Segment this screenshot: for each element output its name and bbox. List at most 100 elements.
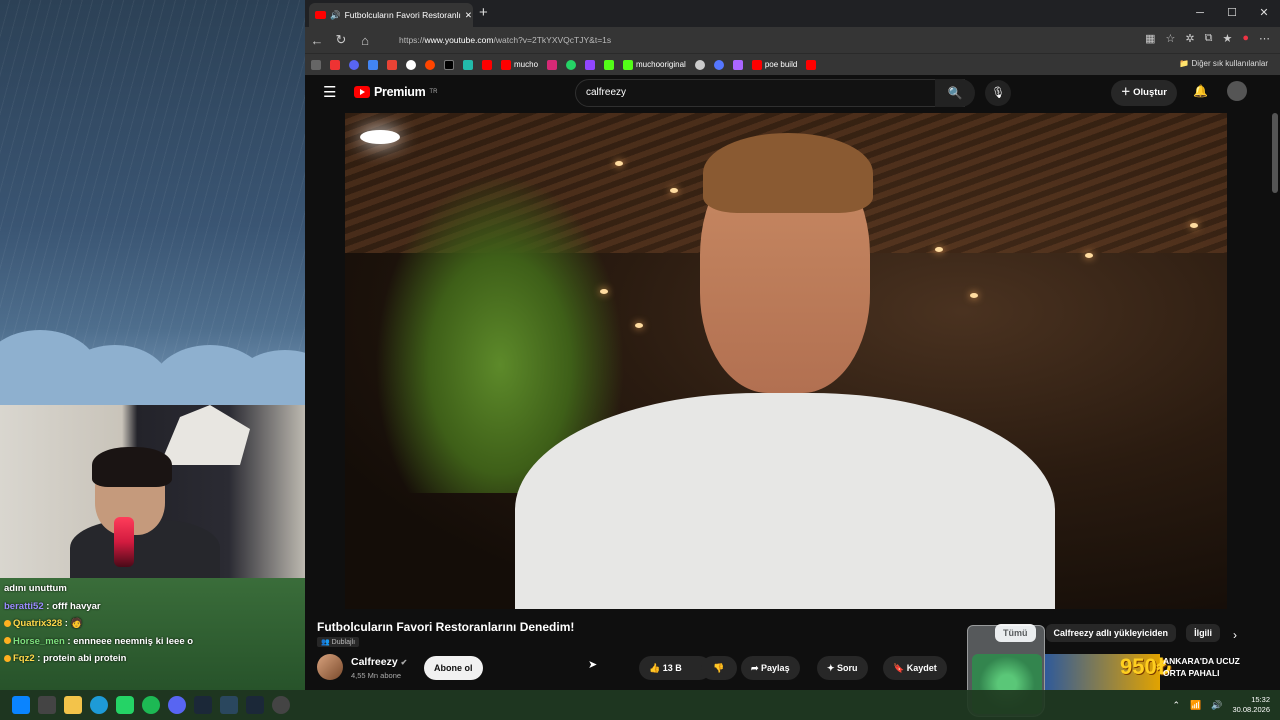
- app-icon[interactable]: ▦: [1145, 32, 1155, 45]
- browser-tab[interactable]: 🔊 Futbolcuların Favori Restoranlı ✕: [309, 3, 473, 27]
- kick-icon[interactable]: [604, 59, 615, 70]
- youtube-bookmark-icon[interactable]: [806, 59, 817, 70]
- instagram-icon[interactable]: [547, 59, 558, 70]
- clock[interactable]: 15:32 30.08.2026: [1232, 695, 1270, 715]
- profile-icon[interactable]: ●: [1242, 32, 1249, 45]
- notifications-bell-icon[interactable]: 🔔: [1193, 84, 1208, 98]
- video-scene-light: [635, 323, 643, 328]
- whatsapp-icon[interactable]: [116, 696, 134, 714]
- network-icon[interactable]: 📶: [1190, 700, 1201, 711]
- favorites-icon[interactable]: ★: [1222, 32, 1232, 45]
- browser-window: 🔊 Futbolcuların Favori Restoranlı ✕ + ─ …: [305, 0, 1280, 690]
- badge-icon: [4, 654, 11, 662]
- obs-icon[interactable]: [272, 696, 290, 714]
- video-scene-light: [615, 161, 623, 166]
- app-icon[interactable]: [220, 696, 238, 714]
- bookmark-icon[interactable]: [732, 59, 743, 70]
- share-button[interactable]: ➦ Paylaş: [741, 656, 800, 680]
- video-person-hair: [703, 133, 873, 213]
- file-explorer-icon[interactable]: [64, 696, 82, 714]
- video-player[interactable]: [345, 113, 1227, 609]
- volume-icon[interactable]: 🔊: [1211, 700, 1222, 711]
- close-window-icon[interactable]: ✕: [1248, 0, 1280, 27]
- video-scene-light: [670, 188, 678, 193]
- favorite-star-icon[interactable]: ☆: [1166, 32, 1176, 45]
- chat-message: beratti52 : offf havyar: [4, 600, 101, 612]
- bookmark-poe-build[interactable]: poe build: [751, 59, 797, 70]
- youtube-favicon-icon: [315, 11, 326, 19]
- dubbed-badge: 👥 Dublajlı: [317, 637, 360, 647]
- spotify-icon[interactable]: [142, 696, 160, 714]
- bookmarks-bar: mucho muchooriginal poe build 📁 Diğer sı…: [305, 53, 1280, 75]
- bookmark-icon[interactable]: [330, 59, 340, 70]
- bookmark-icon[interactable]: [463, 59, 473, 70]
- chip-from-uploader[interactable]: Calfreezy adlı yükleyiciden: [1045, 624, 1177, 642]
- gmail-icon[interactable]: [387, 59, 397, 70]
- bookmark-icon[interactable]: [368, 59, 378, 70]
- reddit-icon[interactable]: [425, 59, 435, 70]
- search-input[interactable]: calfreezy ✕: [575, 79, 965, 107]
- subscriber-count: 4,55 Mn abone: [351, 671, 402, 680]
- collections-icon[interactable]: ⧉: [1205, 32, 1213, 45]
- reload-icon[interactable]: ↻: [329, 32, 353, 48]
- speaker-icon[interactable]: 🔊: [330, 10, 341, 21]
- more-icon[interactable]: ⋯: [1259, 32, 1270, 45]
- streamer-hair: [92, 447, 172, 487]
- bookmark-mucho[interactable]: mucho: [501, 59, 538, 70]
- save-button[interactable]: 🔖 Kaydet: [883, 656, 947, 680]
- chevron-up-icon[interactable]: ⌃: [1172, 700, 1180, 711]
- video-metadata: Futbolcuların Favori Restoranlarını Dene…: [305, 612, 1280, 690]
- home-icon[interactable]: ⌂: [353, 33, 377, 48]
- close-tab-icon[interactable]: ✕: [465, 10, 472, 21]
- url-field[interactable]: https://www.youtube.com/watch?v=2TkYXVQc…: [399, 35, 611, 45]
- maximize-icon[interactable]: ☐: [1216, 0, 1248, 27]
- chat-text: offf havyar: [52, 600, 101, 612]
- chat-user: beratti52: [4, 600, 44, 612]
- dislike-button[interactable]: 👎: [701, 656, 737, 680]
- bookmark-icon[interactable]: [713, 59, 724, 70]
- taskbar: ⌃ 📶 🔊 15:32 30.08.2026: [0, 690, 1280, 720]
- search-button[interactable]: 🔍: [935, 79, 975, 107]
- steam-icon[interactable]: [246, 696, 264, 714]
- account-avatar[interactable]: [1227, 81, 1247, 101]
- discord-icon[interactable]: [168, 696, 186, 714]
- video-scene-light: [935, 247, 943, 252]
- bookmark-icon[interactable]: [694, 59, 705, 70]
- windows-start-icon[interactable]: [12, 696, 30, 714]
- discord-icon[interactable]: [349, 59, 359, 70]
- youtube-premium-logo[interactable]: Premium TR: [354, 85, 437, 99]
- chevron-right-icon[interactable]: ›: [1233, 628, 1237, 642]
- chat-user: Horse_men: [13, 635, 65, 647]
- youtube-bookmark-icon[interactable]: [482, 59, 492, 70]
- taskview-icon[interactable]: [38, 696, 56, 714]
- chip-related[interactable]: İlgili: [1186, 624, 1221, 642]
- microphone: [114, 517, 134, 567]
- bookmark-muchooriginal[interactable]: muchooriginal: [623, 59, 686, 70]
- twitch-icon[interactable]: [585, 59, 596, 70]
- minimize-icon[interactable]: ─: [1184, 0, 1216, 27]
- ask-button[interactable]: ✦ Soru: [817, 656, 868, 680]
- chat-message: Fqz2 : protein abi protein: [4, 650, 193, 668]
- channel-name[interactable]: Calfreezy ✔: [351, 656, 407, 668]
- tab-title: Futbolcuların Favori Restoranlı: [344, 10, 461, 20]
- page-scrollbar[interactable]: [1272, 113, 1278, 193]
- steam-icon[interactable]: [194, 696, 212, 714]
- extensions-icon[interactable]: ✲: [1185, 32, 1194, 45]
- new-tab-icon[interactable]: +: [479, 4, 488, 21]
- create-button[interactable]: ＋ Oluştur: [1111, 80, 1177, 106]
- video-scene-light: [600, 289, 608, 294]
- other-favorites[interactable]: 📁 Diğer sık kullanılanlar: [1179, 59, 1268, 68]
- x-icon[interactable]: [444, 59, 454, 70]
- hamburger-menu-icon[interactable]: ☰: [323, 83, 336, 101]
- back-icon[interactable]: ←: [305, 33, 329, 48]
- google-icon[interactable]: [406, 59, 416, 70]
- system-tray: ⌃ 📶 🔊 15:32 30.08.2026: [1172, 690, 1270, 720]
- whatsapp-icon[interactable]: [566, 59, 577, 70]
- edge-icon[interactable]: [90, 696, 108, 714]
- related-video-title[interactable]: ANKARA'DA UCUZ ORTA PAHALI: [1163, 655, 1253, 679]
- channel-avatar[interactable]: [317, 654, 343, 680]
- bookmark-icon[interactable]: [311, 59, 321, 70]
- subscribe-button[interactable]: Abone ol: [424, 656, 483, 680]
- youtube-header: ☰ Premium TR calfreezy ✕ 🔍 🎙 ＋ Oluştur 🔔: [305, 75, 1280, 113]
- voice-search-icon[interactable]: 🎙: [985, 80, 1011, 106]
